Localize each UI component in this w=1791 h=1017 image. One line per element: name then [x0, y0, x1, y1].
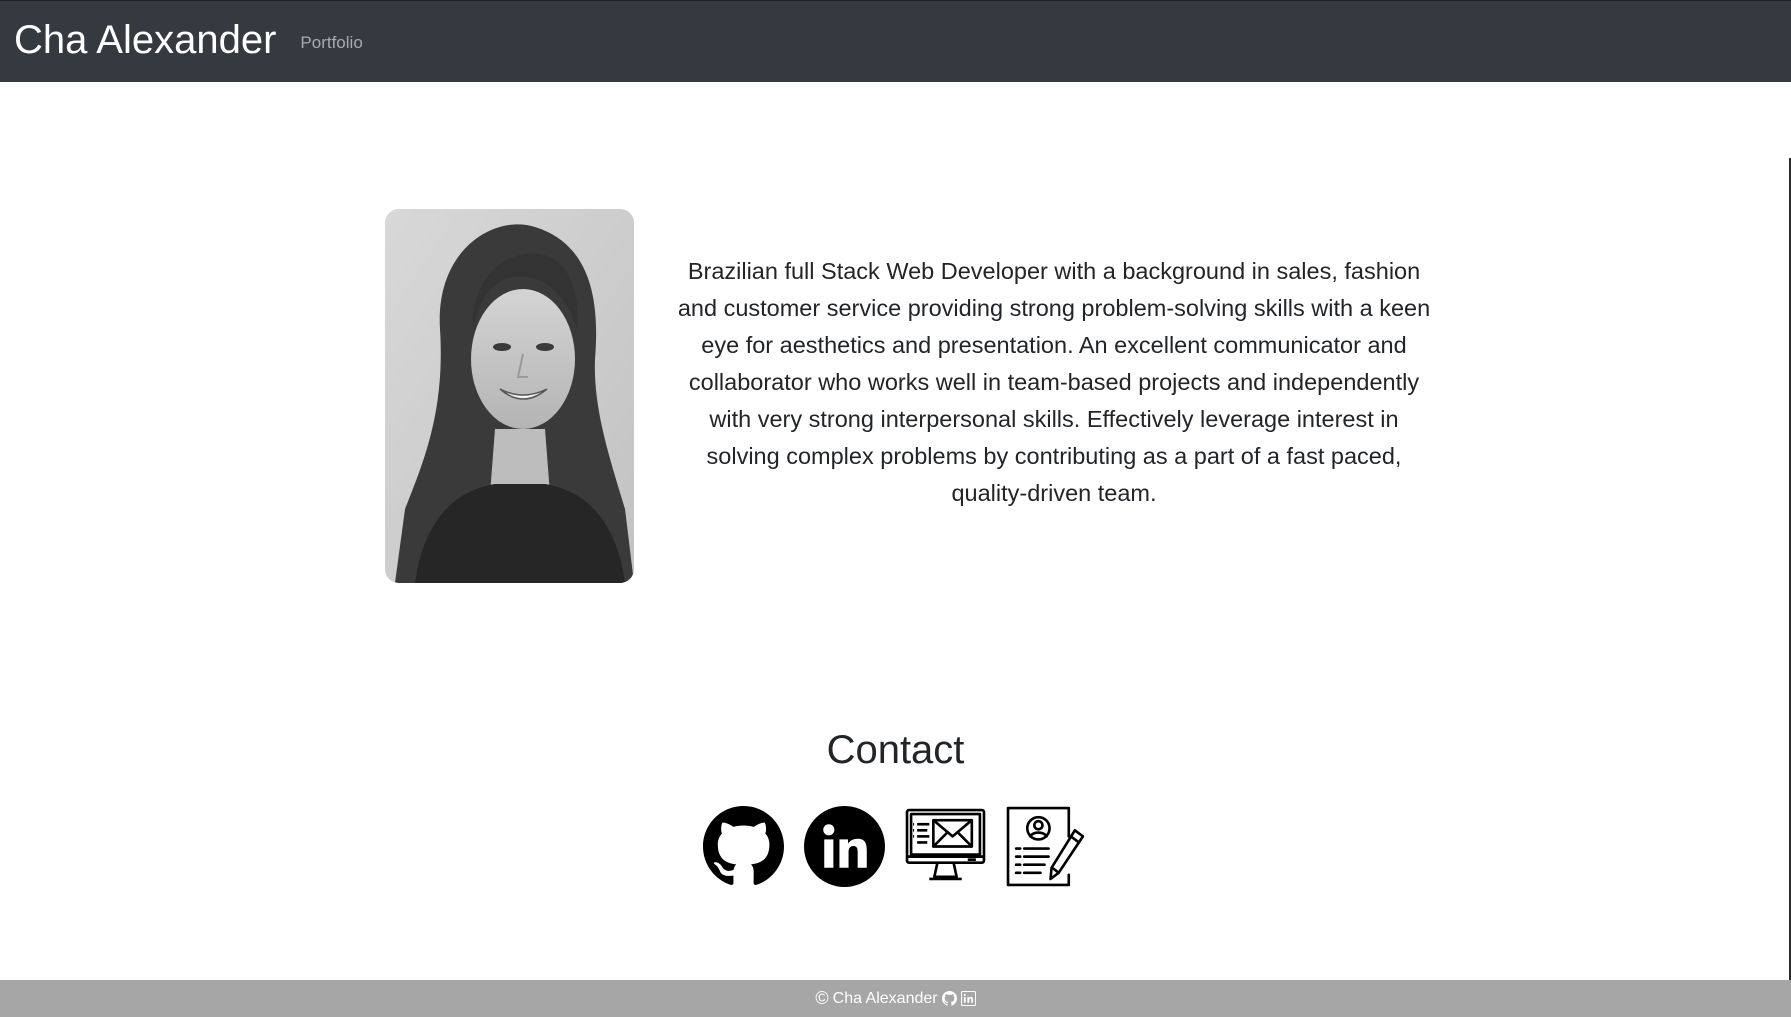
copyright-symbol: © — [815, 988, 829, 1008]
footer-linkedin-icon[interactable] — [960, 991, 976, 1006]
bio-text: Brazilian full Stack Web Developer with … — [677, 258, 1431, 506]
profile-photo — [385, 209, 634, 583]
linkedin-icon[interactable] — [804, 806, 885, 887]
page: Cha Alexander Portfolio Brazilian full S… — [0, 0, 1791, 1017]
email-computer-icon[interactable] — [905, 806, 986, 887]
contact-heading: Contact — [826, 728, 965, 772]
footer-github-icon[interactable] — [941, 991, 957, 1006]
github-icon[interactable] — [703, 806, 784, 887]
nav-link-portfolio[interactable]: Portfolio — [300, 33, 362, 53]
navbar: Cha Alexander Portfolio — [0, 0, 1791, 82]
footer-name: Cha Alexander — [832, 989, 938, 1007]
resume-icon[interactable] — [1006, 806, 1087, 887]
footer: © Cha Alexander — [0, 980, 1791, 1017]
brand-link[interactable]: Cha Alexander — [14, 20, 276, 60]
contact-icons — [703, 806, 1087, 887]
profile-photo-graphic — [385, 209, 634, 583]
